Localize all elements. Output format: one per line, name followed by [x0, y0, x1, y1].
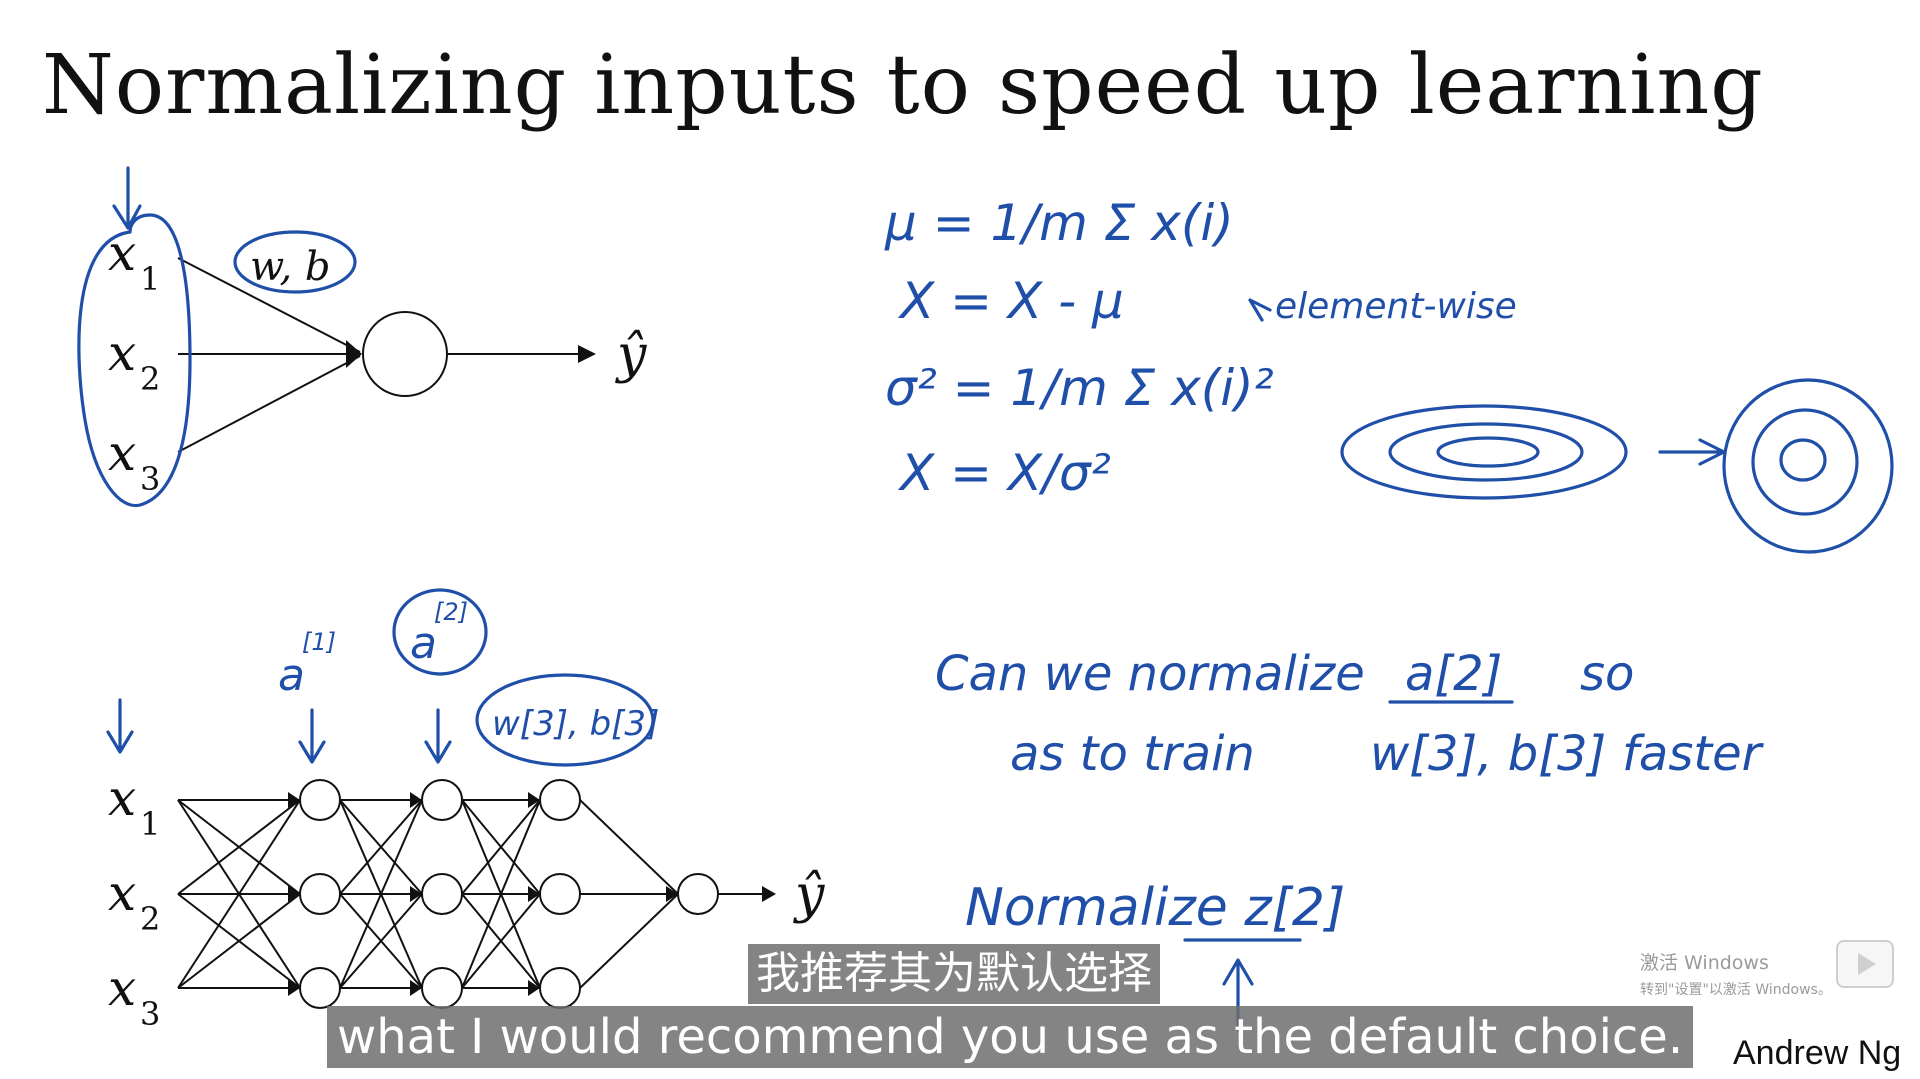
round-contour-inner — [1779, 438, 1827, 482]
windows-activation-watermark: 激活 Windows 转到"设置"以激活 Windows。 — [1640, 948, 1832, 999]
contour-transform-arrow — [1658, 438, 1726, 466]
small-edge-3 — [177, 355, 361, 453]
small-input-sub2: 2 — [140, 360, 160, 398]
deep-input-x3: x — [108, 959, 136, 1017]
subtitle-english: what I would recommend you use as the de… — [327, 1006, 1694, 1068]
small-input-x3: x — [108, 424, 136, 482]
deep-input-sub2: 2 — [140, 900, 160, 938]
round-contour-outer — [1722, 378, 1894, 554]
subtitle-chinese: 我推荐其为默认选择 — [748, 944, 1160, 1004]
deep-activation-a1-sup: [1] — [302, 628, 336, 656]
question-line1: Can we normalize — [935, 646, 1365, 702]
deep-activation-a2-sup: [2] — [434, 598, 468, 626]
deep-input-arrow — [106, 698, 134, 754]
deep-input-sub3: 3 — [140, 995, 160, 1033]
watermark-line2: 转到"设置"以激活 Windows。 — [1640, 982, 1832, 998]
contour-plots — [1340, 378, 1894, 554]
elongated-contour-middle — [1388, 422, 1584, 482]
small-neuron — [362, 311, 448, 397]
small-params-label: w, b — [250, 244, 331, 290]
elongated-contour-inner — [1436, 436, 1540, 468]
small-output-yhat: ŷ — [615, 325, 647, 385]
slide-author: Andrew Ng — [1733, 1034, 1902, 1072]
deep-input-sub1: 1 — [140, 805, 160, 843]
deep-layer2-arrow — [424, 708, 452, 764]
question-a2: a[2] — [1405, 646, 1502, 702]
deep-network: x 1 x 2 x 3 ŷ a [1] a [2] w[3], b[3] — [106, 588, 825, 1033]
deep-layer1-arrow — [298, 708, 326, 764]
round-contour-middle — [1751, 408, 1859, 516]
eq-mean: μ = 1/m Σ x(i) — [884, 194, 1234, 252]
small-output-arrowhead — [578, 345, 596, 363]
eq-divide-variance: X = X/σ² — [897, 444, 1111, 502]
normalize-z2: Normalize z[2] — [965, 878, 1345, 938]
small-arrowhead — [346, 340, 362, 368]
normalization-equations: μ = 1/m Σ x(i) X = X - μ element-wise σ²… — [884, 194, 1517, 502]
slide-canvas: x 1 x 2 x 3 ŷ w, b x 1 x 2 x 3 ŷ a [1] a… — [77, 166, 1894, 1033]
deep-input-x2: x — [108, 864, 136, 922]
question-faster: faster — [1622, 726, 1765, 782]
deep-params-label: w[3], b[3] — [492, 704, 659, 744]
play-icon[interactable] — [1836, 940, 1894, 988]
eq-element-wise-note: element-wise — [1275, 286, 1517, 327]
small-input-sub3: 3 — [140, 460, 160, 498]
element-wise-arrow — [1248, 298, 1272, 322]
deep-activation-a1: a — [278, 650, 305, 701]
question-line2: as to train — [1010, 726, 1255, 782]
eq-subtract-mean: X = X - μ — [897, 272, 1124, 330]
small-input-x2: x — [108, 324, 136, 382]
watermark-line1: 激活 Windows — [1640, 952, 1769, 974]
eq-variance: σ² = 1/m Σ x(i)² — [885, 359, 1274, 417]
small-network: x 1 x 2 x 3 ŷ w, b — [77, 166, 647, 508]
question-so: so — [1580, 646, 1634, 702]
small-input-sub1: 1 — [140, 260, 160, 298]
question-wb: w[3], b[3] — [1370, 726, 1606, 782]
deep-input-x1: x — [108, 769, 136, 827]
deep-activation-a2: a — [410, 618, 437, 669]
deep-output-yhat: ŷ — [793, 865, 825, 925]
